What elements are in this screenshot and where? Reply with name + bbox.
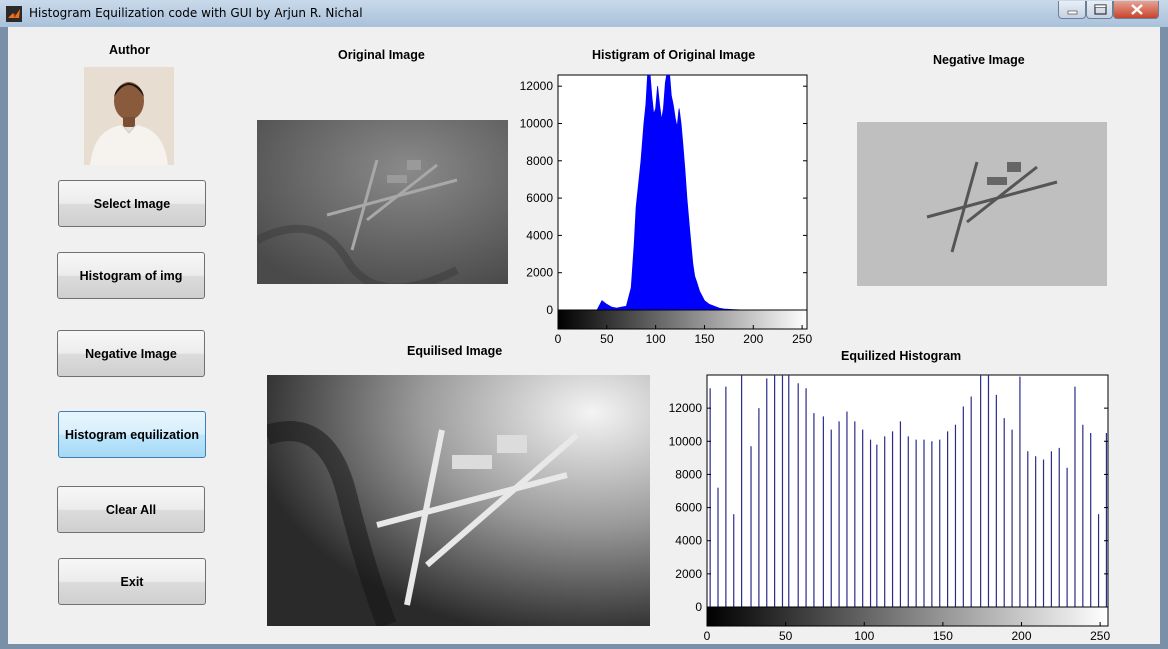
gui-client-area: Author Select Image Histogram of img Neg…	[8, 27, 1160, 644]
minimize-button[interactable]	[1058, 1, 1086, 19]
matlab-logo-icon	[6, 6, 22, 22]
x-tick-label: 0	[704, 629, 711, 643]
y-tick-label: 6000	[675, 501, 702, 515]
title-bar: Histogram Equilization code with GUI by …	[0, 0, 1168, 27]
y-tick-label: 10000	[669, 434, 703, 448]
minimize-icon	[1067, 10, 1078, 15]
y-tick-label: 0	[695, 600, 702, 614]
y-tick-label: 4000	[675, 534, 702, 548]
x-tick-label: 250	[1090, 629, 1110, 643]
x-tick-label: 200	[1011, 629, 1031, 643]
equalized-histogram-chart: 0 2000 4000 6000 8000 10000 12000 0 50 100 150 200 2…	[669, 374, 1110, 643]
y-tick-label: 2000	[675, 567, 702, 581]
x-tick-label: 50	[779, 629, 793, 643]
x-tick-label: 100	[854, 629, 874, 643]
close-button[interactable]	[1113, 1, 1159, 19]
y-tick-label: 12000	[669, 401, 703, 415]
y-tick-label: 8000	[675, 467, 702, 481]
x-tick-label: 150	[933, 629, 953, 643]
window-title: Histogram Equilization code with GUI by …	[29, 6, 363, 20]
maximize-button[interactable]	[1086, 1, 1113, 19]
maximize-icon	[1094, 4, 1107, 15]
close-icon	[1131, 4, 1143, 15]
grayscale-colorbar	[706, 606, 1109, 627]
